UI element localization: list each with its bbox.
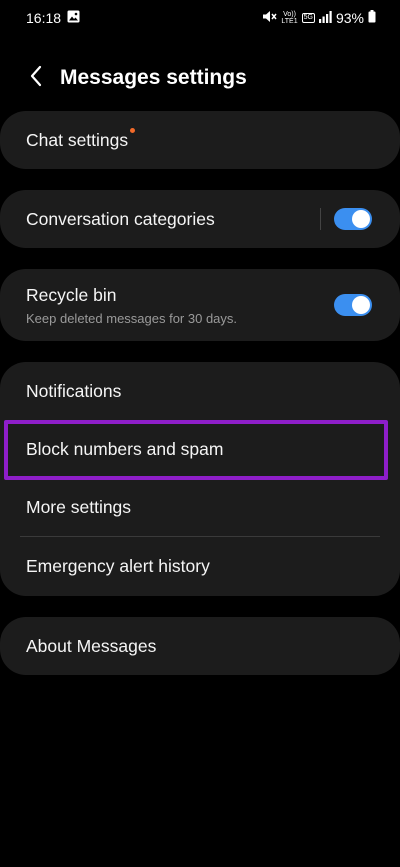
notifications-label: Notifications [26,380,122,401]
status-time: 16:18 [26,10,62,26]
recycle-bin-toggle[interactable] [334,294,372,316]
about-messages-item[interactable]: About Messages [0,617,400,675]
new-badge-dot [130,127,136,133]
recycle-bin-text: Recycle bin Keep deleted messages for 30… [26,285,237,326]
chat-settings-item[interactable]: Chat settings [0,111,400,169]
chat-settings-card: Chat settings [0,111,400,169]
divider [320,208,321,230]
network-bottom-label: LTE1 [281,18,298,25]
conversation-categories-card: Conversation categories [0,190,400,248]
emergency-alert-history-label: Emergency alert history [26,555,210,576]
network-volte: Vo)) LTE1 [281,11,297,25]
battery-icon [368,10,376,26]
recycle-bin-card: Recycle bin Keep deleted messages for 30… [0,269,400,341]
signal-icon [318,10,332,26]
block-numbers-item[interactable]: Block numbers and spam [0,420,400,479]
notifications-item[interactable]: Notifications [0,362,400,420]
page-title: Messages settings [60,66,247,89]
status-bar: 16:18 Vo)) LTE1 5G 93% [0,0,400,36]
image-icon [67,10,80,26]
recycle-bin-subtitle: Keep deleted messages for 30 days. [26,310,238,326]
more-settings-label: More settings [26,497,132,517]
toggle-knob [352,296,370,314]
conversation-categories-toggle[interactable] [334,208,372,230]
general-settings-card: Notifications Block numbers and spam Mor… [0,362,400,596]
battery-level: 93% [335,10,364,26]
recycle-bin-label: Recycle bin [26,284,117,305]
status-left: 16:18 [26,10,80,26]
mute-icon [262,10,277,26]
back-button[interactable] [14,58,58,98]
chat-settings-label: Chat settings [26,129,129,150]
more-settings-item[interactable]: More settings [0,479,400,536]
block-numbers-label: Block numbers and spam [26,439,224,459]
status-right: Vo)) LTE1 5G 93% [262,10,376,26]
network-type-badge: 5G [301,13,315,23]
toggle-knob [352,210,370,228]
conversation-categories-item[interactable]: Conversation categories [0,190,400,248]
emergency-alert-history-item[interactable]: Emergency alert history [0,537,400,595]
network-top-label: Vo)) [283,11,296,18]
conversation-categories-label: Conversation categories [26,208,215,229]
app-header: Messages settings [0,58,400,98]
back-arrow-icon [29,65,43,92]
about-messages-card: About Messages [0,617,400,675]
about-messages-label: About Messages [26,635,157,656]
recycle-bin-item[interactable]: Recycle bin Keep deleted messages for 30… [0,269,400,341]
